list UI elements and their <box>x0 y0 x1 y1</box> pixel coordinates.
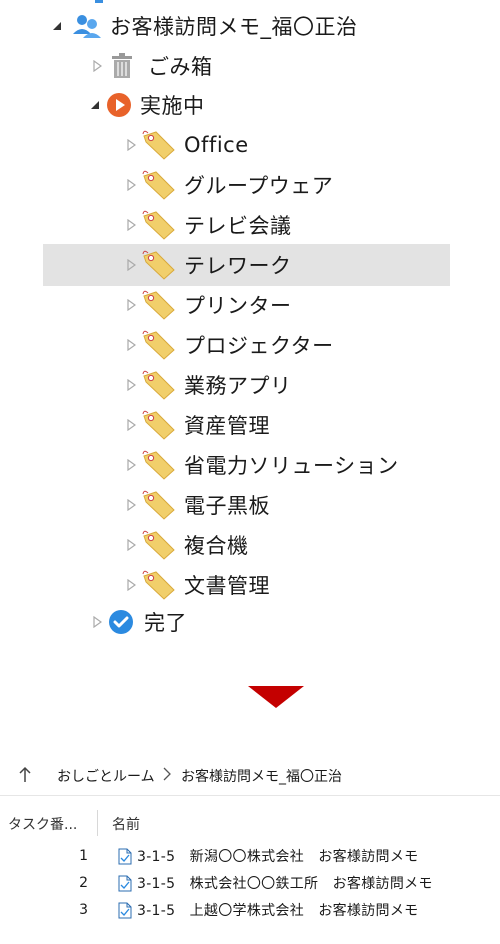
expand-arrow-icon[interactable] <box>124 338 138 352</box>
expand-arrow-icon[interactable] <box>90 615 104 629</box>
file-name[interactable]: 3-1-5 株式会社〇〇鉄工所 お客様訪問メモ <box>137 873 433 893</box>
divider <box>0 795 500 796</box>
tree-tag-label: 業務アプリ <box>184 374 292 398</box>
check-circle-icon <box>108 609 134 635</box>
expand-arrow-icon[interactable] <box>124 258 138 272</box>
document-icon <box>118 848 132 869</box>
tree-item-tag[interactable]: テレワーク <box>124 245 292 285</box>
tree-item-tag[interactable]: 複合機 <box>124 525 249 565</box>
breadcrumb: おしごとルーム お客様訪問メモ_福〇正治 <box>0 755 500 795</box>
tree-root-label: お客様訪問メモ_福〇正治 <box>110 15 358 39</box>
tag-icon <box>142 130 176 160</box>
tree-tag-label: テレビ会議 <box>184 214 292 238</box>
tag-icon <box>142 210 176 240</box>
expand-arrow-icon[interactable] <box>124 298 138 312</box>
breadcrumb-item-folder[interactable]: お客様訪問メモ_福〇正治 <box>181 766 342 786</box>
tree-tag-label: 資産管理 <box>184 414 270 438</box>
table-row[interactable]: 2 3-1-5 株式会社〇〇鉄工所 お客様訪問メモ <box>0 869 500 897</box>
tree-tag-label: テレワーク <box>184 254 292 278</box>
task-number: 2 <box>79 875 88 891</box>
scroll-stub <box>95 0 103 3</box>
tree-trash-label: ごみ箱 <box>148 55 213 79</box>
down-arrow-icon <box>248 686 304 708</box>
document-icon <box>118 875 132 896</box>
task-number: 1 <box>79 848 88 864</box>
table-row[interactable]: 3 3-1-5 上越〇学株式会社 お客様訪問メモ <box>0 896 500 924</box>
play-icon <box>106 92 132 118</box>
chevron-right-icon <box>163 767 171 785</box>
file-name[interactable]: 3-1-5 新潟〇〇株式会社 お客様訪問メモ <box>137 846 418 866</box>
tree-item-tag[interactable]: 電子黒板 <box>124 485 270 525</box>
users-icon <box>72 12 102 40</box>
tree-in-progress-label: 実施中 <box>140 94 205 118</box>
expand-arrow-icon[interactable] <box>124 178 138 192</box>
collapse-arrow-icon[interactable] <box>50 19 64 33</box>
tree-tag-label: 文書管理 <box>184 574 270 598</box>
tree-item-tag[interactable]: 省電力ソリューション <box>124 445 399 485</box>
tree-item-done[interactable]: 完了 <box>90 602 187 642</box>
expand-arrow-icon[interactable] <box>124 378 138 392</box>
tag-icon <box>142 410 176 440</box>
tag-icon <box>142 170 176 200</box>
tree-item-tag[interactable]: プロジェクター <box>124 325 334 365</box>
list-header: タスク番... 名前 <box>0 806 500 840</box>
tag-icon <box>142 330 176 360</box>
up-arrow-icon[interactable] <box>18 766 32 788</box>
collapse-arrow-icon[interactable] <box>88 98 102 112</box>
tree-item-trash[interactable]: ごみ箱 <box>90 46 213 86</box>
trash-icon <box>110 52 134 80</box>
tree-tag-label: グループウェア <box>184 174 334 198</box>
expand-arrow-icon[interactable] <box>124 458 138 472</box>
tag-icon <box>142 450 176 480</box>
column-header-name[interactable]: 名前 <box>112 814 140 834</box>
tree-item-tag[interactable]: Office <box>124 125 249 165</box>
expand-arrow-icon[interactable] <box>124 418 138 432</box>
tree-tag-label: プロジェクター <box>184 334 334 358</box>
tree-item-tag[interactable]: プリンター <box>124 285 292 325</box>
expand-arrow-icon[interactable] <box>124 218 138 232</box>
tree-item-tag[interactable]: グループウェア <box>124 165 333 205</box>
expand-arrow-icon[interactable] <box>124 578 138 592</box>
document-icon <box>118 902 132 923</box>
tag-icon <box>142 490 176 520</box>
tree-tag-label: 省電力ソリューション <box>184 454 399 478</box>
tree-tag-label: Office <box>184 133 249 157</box>
tag-icon <box>142 250 176 280</box>
breadcrumb-item-room[interactable]: おしごとルーム <box>57 766 155 786</box>
tag-icon <box>142 530 176 560</box>
expand-arrow-icon[interactable] <box>124 138 138 152</box>
tag-icon <box>142 570 176 600</box>
file-name[interactable]: 3-1-5 上越〇学株式会社 お客様訪問メモ <box>137 900 418 920</box>
tree-done-label: 完了 <box>144 611 187 635</box>
table-row[interactable]: 1 3-1-5 新潟〇〇株式会社 お客様訪問メモ <box>0 842 500 870</box>
tag-icon <box>142 290 176 320</box>
expand-arrow-icon[interactable] <box>124 538 138 552</box>
tree-item-tag[interactable]: 業務アプリ <box>124 365 292 405</box>
column-header-task-number[interactable]: タスク番... <box>8 814 77 834</box>
tree-tag-label: プリンター <box>184 294 292 318</box>
tree-item-in-progress[interactable]: 実施中 <box>88 85 205 125</box>
expand-arrow-icon[interactable] <box>124 498 138 512</box>
tree-tag-label: 電子黒板 <box>184 494 270 518</box>
tree-item-tag[interactable]: テレビ会議 <box>124 205 292 245</box>
column-separator[interactable] <box>97 810 98 836</box>
tag-icon <box>142 370 176 400</box>
task-number: 3 <box>79 902 88 918</box>
expand-arrow-icon[interactable] <box>90 59 104 73</box>
tree-item-tag[interactable]: 資産管理 <box>124 405 270 445</box>
tree-item-root[interactable]: お客様訪問メモ_福〇正治 <box>50 6 358 46</box>
tree-item-tag[interactable]: 文書管理 <box>124 565 270 605</box>
tree-tag-label: 複合機 <box>184 534 249 558</box>
